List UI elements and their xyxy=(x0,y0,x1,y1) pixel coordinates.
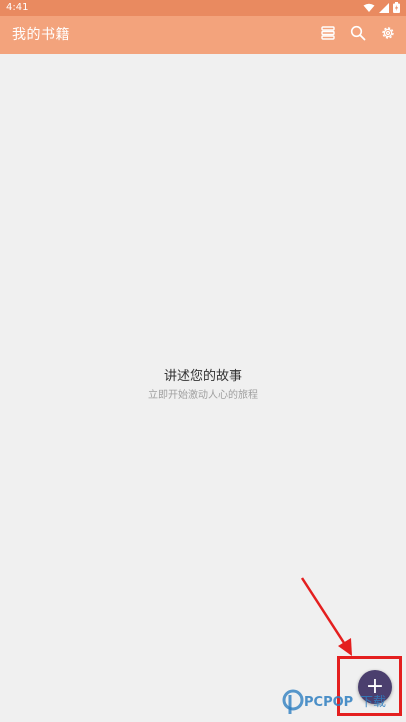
empty-state: 讲述您的故事 立即开始激动人心的旅程 xyxy=(0,368,406,403)
list-view-button[interactable] xyxy=(318,25,338,45)
search-button[interactable] xyxy=(348,25,368,45)
watermark: PCPOP 下载 xyxy=(282,684,400,718)
empty-state-title: 讲述您的故事 xyxy=(163,369,242,384)
watermark-logo-icon: PCPOP 下载 xyxy=(282,689,400,722)
settings-icon xyxy=(380,25,396,45)
svg-text:下载: 下载 xyxy=(360,695,386,710)
app-bar-actions xyxy=(318,25,398,45)
search-icon xyxy=(350,25,366,45)
status-time: 4:41 xyxy=(6,2,29,13)
app-bar: 我的书籍 xyxy=(0,16,406,54)
svg-text:PCPOP: PCPOP xyxy=(304,695,353,710)
empty-state-subtitle: 立即开始激动人心的旅程 xyxy=(148,390,258,401)
settings-button[interactable] xyxy=(378,25,398,45)
annotation-arrow xyxy=(300,577,352,656)
list-view-icon xyxy=(320,25,336,45)
status-bar: 4:41 xyxy=(0,0,406,16)
app-title: 我的书籍 xyxy=(12,27,70,43)
